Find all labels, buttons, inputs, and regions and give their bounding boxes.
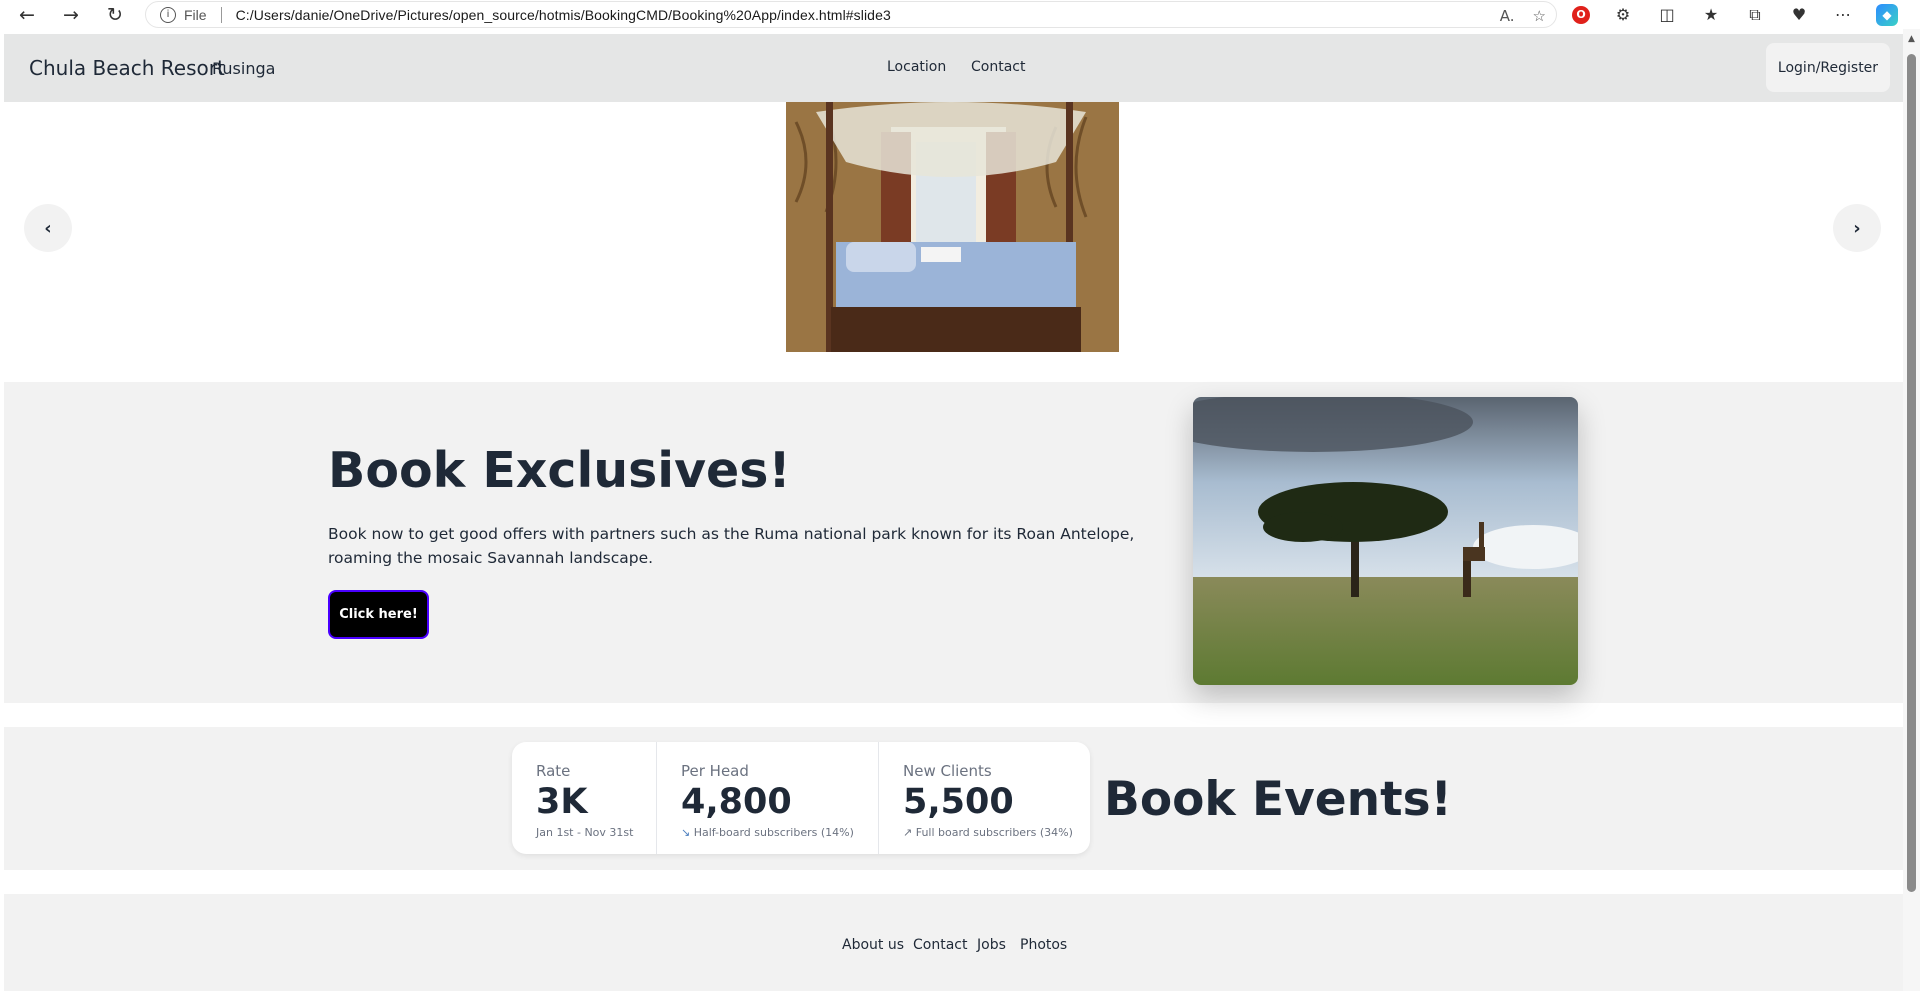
hero-image (1193, 397, 1578, 685)
stat-per-head: Per Head 4,800 ↘ Half-board subscribers … (656, 742, 878, 854)
copilot-icon[interactable]: ◆ (1876, 3, 1898, 26)
read-aloud-icon[interactable]: A. (1500, 7, 1515, 25)
footer: About us Contact Jobs Photos (4, 894, 1903, 991)
back-icon[interactable]: ← (5, 0, 49, 29)
savannah-photo (1193, 397, 1578, 685)
stat-title: Rate (536, 762, 571, 780)
hero-description: Book now to get good offers with partner… (328, 525, 1135, 567)
stat-value: 4,800 (681, 782, 792, 822)
address-bar[interactable]: i File C:/Users/danie/OneDrive/Pictures/… (145, 1, 1557, 28)
more-menu-icon[interactable]: ⋯ (1832, 4, 1854, 26)
carousel-prev-button[interactable]: ‹ (24, 204, 72, 252)
bedroom-photo (786, 102, 1119, 352)
login-register-button[interactable]: Login/Register (1766, 43, 1890, 92)
events-title: Book Events! (1104, 772, 1452, 827)
carousel-next-button[interactable]: › (1833, 204, 1881, 252)
extensions-icon[interactable]: ⚙ (1612, 4, 1634, 26)
trend-up-icon: ↗ (903, 826, 913, 839)
scroll-up-icon[interactable]: ▲ (1903, 32, 1920, 46)
carousel-slide-image (786, 102, 1119, 352)
hero-title: Book Exclusives! (328, 442, 791, 499)
browser-essentials-icon[interactable]: ♥ (1788, 4, 1810, 26)
stat-desc-wrapper: ↘ Half-board subscribers (14%) (681, 826, 854, 839)
vertical-scrollbar[interactable]: ▲ (1903, 29, 1920, 991)
split-screen-icon[interactable]: ◫ (1656, 4, 1678, 26)
footer-link-photos[interactable]: Photos (1020, 937, 1067, 953)
hero-cta-button[interactable]: Click here! (328, 590, 429, 639)
stat-desc-wrapper: ↗ Full board subscribers (34%) (903, 826, 1073, 839)
browser-toolbar: ← → ↻ i File C:/Users/danie/OneDrive/Pic… (0, 0, 1920, 29)
stats-section: Rate 3K Jan 1st - Nov 31st Per Head 4,80… (4, 727, 1903, 870)
stat-desc: Half-board subscribers (14%) (693, 826, 854, 839)
stat-new-clients: New Clients 5,500 ↗ Full board subscribe… (878, 742, 1090, 854)
footer-link-about[interactable]: About us (842, 937, 904, 953)
brand-location: Rusinga (212, 59, 276, 78)
opera-extension-icon[interactable]: O (1572, 5, 1590, 24)
info-icon[interactable]: i (160, 6, 176, 23)
favorite-star-icon[interactable]: ☆ (1533, 7, 1546, 25)
url-text[interactable]: C:/Users/danie/OneDrive/Pictures/open_so… (236, 7, 891, 23)
favorites-icon[interactable]: ★ (1700, 4, 1722, 26)
nav-link-location[interactable]: Location (887, 59, 946, 75)
stat-value: 3K (536, 782, 588, 822)
stat-desc: Full board subscribers (34%) (915, 826, 1073, 839)
hero-section: Book Exclusives! Book now to get good of… (4, 382, 1903, 703)
scroll-thumb[interactable] (1907, 54, 1916, 892)
stat-rate: Rate 3K Jan 1st - Nov 31st (512, 742, 656, 854)
page-content: Chula Beach Resort Rusinga Location Cont… (4, 34, 1903, 991)
stat-desc: Jan 1st - Nov 31st (536, 826, 634, 839)
stat-value: 5,500 (903, 782, 1014, 822)
brand-name[interactable]: Chula Beach Resort (29, 56, 225, 80)
url-divider (220, 6, 222, 23)
refresh-icon[interactable]: ↻ (93, 0, 137, 29)
trend-down-icon: ↘ (681, 826, 691, 839)
stat-title: Per Head (681, 762, 749, 780)
footer-link-contact[interactable]: Contact (913, 937, 967, 953)
footer-link-jobs[interactable]: Jobs (977, 937, 1006, 953)
forward-icon[interactable]: → (49, 0, 93, 29)
stat-title: New Clients (903, 762, 992, 780)
collections-icon[interactable]: ⧉ (1744, 4, 1766, 26)
url-scheme: File (184, 6, 207, 23)
navbar: Chula Beach Resort Rusinga Location Cont… (4, 34, 1903, 102)
nav-link-contact[interactable]: Contact (971, 59, 1025, 75)
stats-card: Rate 3K Jan 1st - Nov 31st Per Head 4,80… (512, 742, 1090, 854)
